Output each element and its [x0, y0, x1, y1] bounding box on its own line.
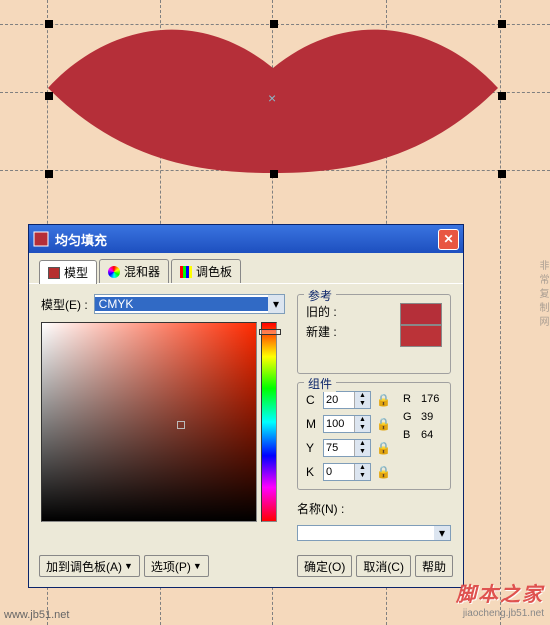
chevron-down-icon: ▼ — [124, 561, 133, 571]
tab-model[interactable]: 模型 — [39, 260, 97, 284]
spin-down-icon[interactable]: ▼ — [354, 400, 370, 408]
options-button[interactable]: 选项(P)▼ — [144, 555, 209, 577]
components-group: 组件 C▲▼🔒 M▲▼🔒 Y▲▼🔒 K▲▼🔒 R176 G39 B64 — [297, 382, 451, 490]
help-button[interactable]: 帮助 — [415, 555, 453, 577]
name-combo[interactable]: ▾ — [297, 525, 451, 541]
lock-icon[interactable]: 🔒 — [376, 393, 391, 407]
uniform-fill-dialog: 均匀填充 ✕ 模型 混和器 调色板 模型(E) : CMYK ▾ — [28, 224, 464, 588]
titlebar[interactable]: 均匀填充 ✕ — [29, 225, 463, 253]
m-label: M — [306, 417, 318, 431]
old-label: 旧的 : — [306, 303, 337, 320]
spin-up-icon[interactable]: ▲ — [354, 392, 370, 400]
k-input[interactable] — [324, 464, 354, 480]
side-watermark: 非常复制网 — [535, 260, 550, 330]
new-color-swatch[interactable] — [400, 325, 442, 347]
tab-mixer[interactable]: 混和器 — [99, 259, 169, 283]
name-label: 名称(N) : — [297, 500, 344, 517]
lock-icon[interactable]: 🔒 — [376, 441, 391, 455]
ok-button[interactable]: 确定(O) — [297, 555, 352, 577]
model-value: CMYK — [95, 297, 268, 311]
close-button[interactable]: ✕ — [438, 229, 459, 250]
model-label: 模型(E) : — [41, 296, 88, 313]
tab-palette[interactable]: 调色板 — [171, 259, 241, 283]
c-input[interactable] — [324, 392, 354, 408]
selection-center-icon: × — [268, 90, 276, 106]
button-row: 加到调色板(A)▼ 选项(P)▼ 确定(O) 取消(C) 帮助 — [29, 549, 463, 587]
tab-bar: 模型 混和器 调色板 — [29, 253, 463, 283]
components-title: 组件 — [304, 375, 336, 392]
model-combo[interactable]: CMYK ▾ — [94, 294, 285, 314]
add-to-palette-button[interactable]: 加到调色板(A)▼ — [39, 555, 140, 577]
hue-slider[interactable] — [261, 322, 277, 522]
lock-icon[interactable]: 🔒 — [376, 465, 391, 479]
reference-group: 参考 旧的 : 新建 : — [297, 294, 451, 374]
model-tab-icon — [48, 267, 60, 279]
hue-thumb-icon[interactable] — [259, 329, 281, 335]
c-spinner[interactable]: ▲▼ — [323, 391, 371, 409]
b-label: B — [403, 429, 413, 441]
old-color-swatch[interactable] — [400, 303, 442, 325]
y-spinner[interactable]: ▲▼ — [323, 439, 371, 457]
chevron-down-icon: ▾ — [434, 526, 450, 540]
y-input[interactable] — [324, 440, 354, 456]
cancel-button[interactable]: 取消(C) — [356, 555, 411, 577]
dialog-title: 均匀填充 — [55, 230, 432, 249]
k-spinner[interactable]: ▲▼ — [323, 463, 371, 481]
palette-tab-icon — [180, 266, 192, 278]
mixer-tab-icon — [108, 266, 120, 278]
g-value: 39 — [421, 411, 433, 423]
k-label: K — [306, 465, 318, 479]
r-label: R — [403, 393, 413, 405]
m-spinner[interactable]: ▲▼ — [323, 415, 371, 433]
y-label: Y — [306, 441, 318, 455]
m-input[interactable] — [324, 416, 354, 432]
watermark-sub: jiaocheng.jb51.net — [463, 608, 544, 619]
new-label: 新建 : — [306, 323, 337, 340]
lock-icon[interactable]: 🔒 — [376, 417, 391, 431]
color-cursor-icon[interactable] — [177, 421, 185, 429]
b-value: 64 — [421, 429, 433, 441]
footer-url: www.jb51.net — [4, 609, 69, 621]
app-icon — [33, 231, 49, 247]
chevron-down-icon: ▼ — [193, 561, 202, 571]
watermark: 脚本之家 — [456, 578, 544, 607]
chevron-down-icon: ▾ — [268, 295, 284, 313]
r-value: 176 — [421, 393, 439, 405]
color-field[interactable] — [41, 322, 257, 522]
reference-title: 参考 — [304, 287, 336, 304]
c-label: C — [306, 393, 318, 407]
g-label: G — [403, 411, 413, 423]
